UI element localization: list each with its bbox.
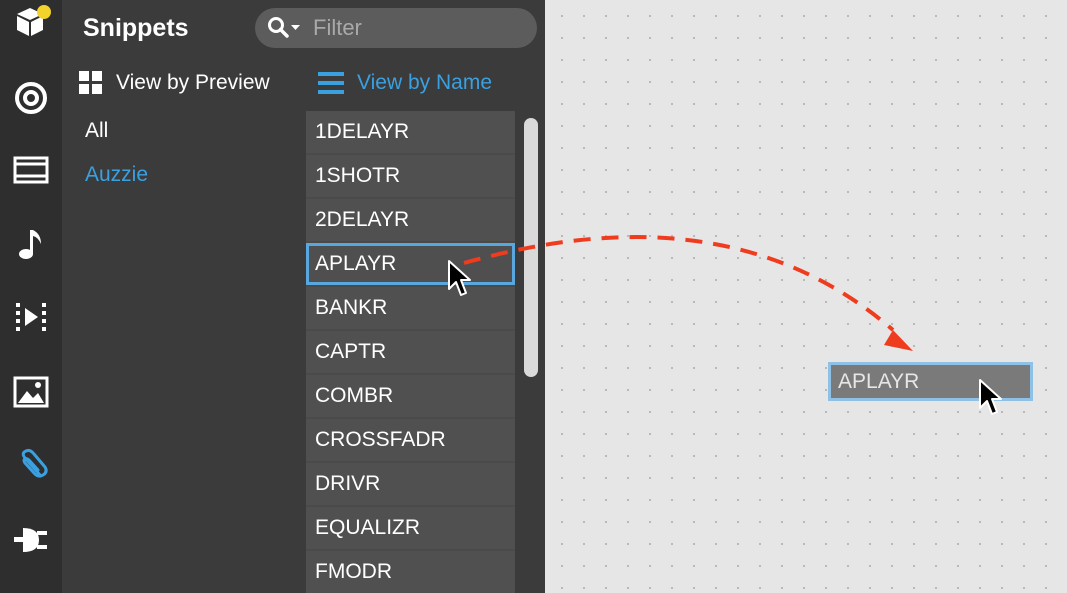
paperclip-icon[interactable] <box>11 446 51 486</box>
grid-icon <box>79 71 102 94</box>
group-all[interactable]: All <box>85 119 108 143</box>
snippet-list: 1DELAYR 1SHOTR 2DELAYR APLAYR BANKR CAPT… <box>306 111 515 593</box>
list-item[interactable]: 2DELAYR <box>306 199 515 241</box>
film-icon[interactable] <box>11 150 51 190</box>
list-item[interactable]: EQUALIZR <box>306 507 515 549</box>
list-item-selected[interactable]: APLAYR <box>306 243 515 285</box>
filter-input[interactable] <box>313 12 523 44</box>
list-item[interactable]: CROSSFADR <box>306 419 515 461</box>
plug-icon[interactable] <box>11 520 51 560</box>
view-by-name-label: View by Name <box>357 71 493 94</box>
list-item[interactable]: 1DELAYR <box>306 111 515 153</box>
target-icon[interactable] <box>11 78 51 118</box>
search-icon[interactable] <box>267 16 307 40</box>
view-by-name-toggle[interactable]: View by Name <box>318 68 492 98</box>
icon-rail <box>0 0 62 593</box>
filter-box[interactable] <box>255 8 537 48</box>
view-by-preview-label: View by Preview <box>116 71 270 94</box>
package-icon[interactable] <box>11 2 51 42</box>
dragged-snippet-node[interactable]: APLAYR <box>828 362 1033 401</box>
music-note-icon[interactable] <box>11 224 51 264</box>
list-item[interactable]: BANKR <box>306 287 515 329</box>
patch-canvas[interactable] <box>545 0 1067 593</box>
group-auzzie[interactable]: Auzzie <box>85 163 148 187</box>
list-item[interactable]: DRIVR <box>306 463 515 505</box>
list-icon <box>318 72 344 94</box>
video-clip-icon[interactable] <box>11 298 51 338</box>
list-item[interactable]: COMBR <box>306 375 515 417</box>
list-scrollbar[interactable] <box>524 118 538 377</box>
list-item[interactable]: 1SHOTR <box>306 155 515 197</box>
panel-title: Snippets <box>83 14 189 42</box>
view-by-preview-toggle[interactable]: View by Preview <box>79 68 270 98</box>
list-item[interactable]: FMODR <box>306 551 515 593</box>
snippets-panel: Snippets View by Preview View by Name Al… <box>62 0 545 593</box>
list-item[interactable]: CAPTR <box>306 331 515 373</box>
image-icon[interactable] <box>11 372 51 412</box>
